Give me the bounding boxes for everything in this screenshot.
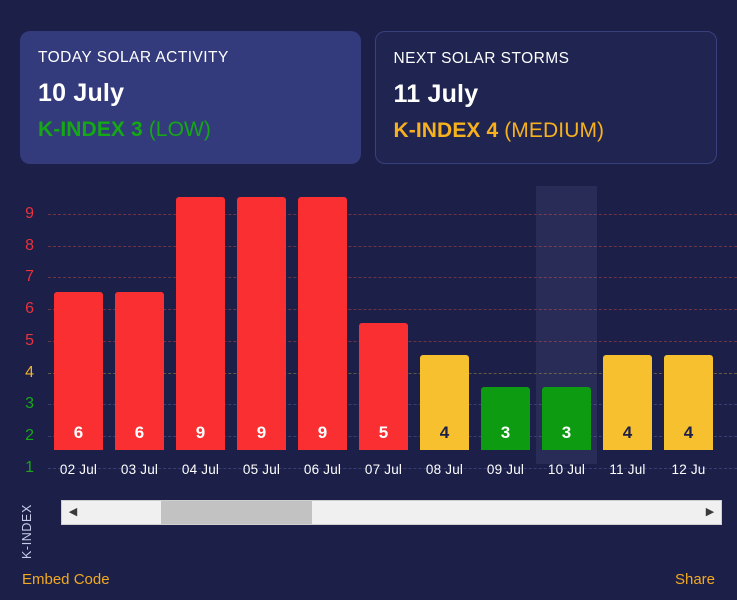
card-date: 10 July (38, 79, 125, 107)
bar-value-label: 9 (317, 423, 328, 442)
bar-value-label: 9 (256, 423, 267, 442)
y-axis: 9 8 7 6 5 4 3 2 1 (0, 186, 48, 486)
y-axis-tick-2: 2 (25, 426, 34, 444)
card-kindex-level: (LOW) (148, 118, 212, 141)
bar-value-label: 3 (500, 423, 511, 442)
card-kindex-level: (MEDIUM) (504, 119, 605, 142)
gridline-7 (48, 277, 737, 279)
x-axis-label: 06 Jul (303, 462, 342, 477)
embed-code-link[interactable]: Embed Code (22, 570, 110, 590)
gridline-8 (48, 245, 737, 247)
y-axis-tick-4: 4 (25, 363, 34, 381)
bar-value-label: 3 (561, 423, 572, 442)
bar-value-label: 4 (622, 423, 633, 442)
bar[interactable] (237, 196, 286, 450)
card-title: TODAY SOLAR ACTIVITY (38, 49, 229, 66)
y-axis-tick-9: 9 (25, 205, 34, 222)
plot-area: 6 02 Jul 6 03 Jul 9 04 Jul 9 05 Jul 9 06 Jul 5 07 J… (48, 186, 737, 486)
card-next-solar-storms: NEXT SOLAR STORMS 11 July K-INDEX 4 (MED… (374, 31, 717, 164)
x-axis-label: 02 Jul (59, 462, 98, 477)
x-axis-label: 03 Jul (120, 462, 159, 477)
bar[interactable] (176, 196, 225, 450)
bar-value-label: 4 (683, 423, 694, 442)
bar-column[interactable]: 5 (359, 323, 408, 450)
share-link[interactable]: Share (675, 570, 715, 590)
bar-value-label: 4 (439, 423, 450, 442)
y-axis-title: K-INDEX (20, 504, 34, 559)
gridline-9 (48, 214, 737, 215)
card-kindex-value: K-INDEX 4 (393, 119, 499, 142)
x-axis-label: 12 Ju (671, 462, 706, 477)
scroll-left-arrow-icon[interactable]: ◀ (62, 501, 84, 524)
bar-column[interactable]: 3 (481, 386, 530, 450)
bar-value-label: 9 (195, 423, 206, 442)
footer: Embed Code Share (0, 564, 737, 600)
x-axis-label: 08 Jul (425, 462, 464, 477)
card-today-solar-activity: TODAY SOLAR ACTIVITY 10 July K-INDEX 3 (… (20, 31, 361, 164)
bar-column[interactable]: 4 (420, 355, 469, 450)
scrollbar-track[interactable] (84, 501, 699, 524)
x-axis-label: 04 Jul (181, 462, 220, 477)
bar-column[interactable]: 3 (542, 386, 591, 450)
x-axis-label: 05 Jul (242, 462, 281, 477)
x-axis-label: 10 Jul (547, 462, 586, 477)
bar-column[interactable]: 9 (176, 196, 225, 450)
card-kindex: K-INDEX 3 (LOW) (38, 117, 343, 143)
x-axis-label: 11 Jul (609, 462, 646, 477)
card-kindex: K-INDEX 4 (MEDIUM) (394, 118, 699, 144)
bar-value-label: 6 (134, 423, 145, 442)
x-axis-label: 09 Jul (486, 462, 525, 477)
card-title: NEXT SOLAR STORMS (393, 50, 570, 67)
bar-value-label: 6 (73, 423, 84, 442)
scrollbar-thumb[interactable] (160, 501, 312, 524)
bar-column[interactable]: 4 (603, 355, 652, 450)
y-axis-tick-3: 3 (25, 395, 34, 413)
card-date: 11 July (393, 80, 479, 108)
y-axis-tick-6: 6 (25, 300, 34, 318)
y-axis-tick-7: 7 (25, 268, 34, 286)
bar-value-label: 5 (378, 423, 389, 442)
y-axis-tick-5: 5 (25, 331, 34, 349)
chart-horizontal-scrollbar[interactable]: ◀ ▶ (61, 500, 722, 525)
bar-column[interactable]: 4 (664, 355, 713, 450)
k-index-bar-chart: 9 8 7 6 5 4 3 2 1 6 02 Jul 6 03 Jul 9 04 Jul 9 05 Jul 9 0… (0, 186, 737, 486)
card-kindex-value: K-INDEX 3 (38, 118, 143, 141)
bar[interactable] (298, 196, 347, 450)
y-axis-tick-8: 8 (25, 236, 34, 254)
bar-column[interactable]: 6 (115, 291, 164, 450)
bar-column[interactable]: 9 (298, 196, 347, 450)
bar-column[interactable]: 9 (237, 196, 286, 450)
y-axis-tick-1: 1 (25, 458, 34, 476)
x-axis-label: 07 Jul (364, 462, 403, 477)
summary-cards: TODAY SOLAR ACTIVITY 10 July K-INDEX 3 (… (20, 31, 717, 164)
bar-column[interactable]: 6 (54, 291, 103, 450)
scroll-right-arrow-icon[interactable]: ▶ (699, 501, 721, 524)
solar-activity-widget: TODAY SOLAR ACTIVITY 10 July K-INDEX 3 (… (0, 0, 737, 600)
